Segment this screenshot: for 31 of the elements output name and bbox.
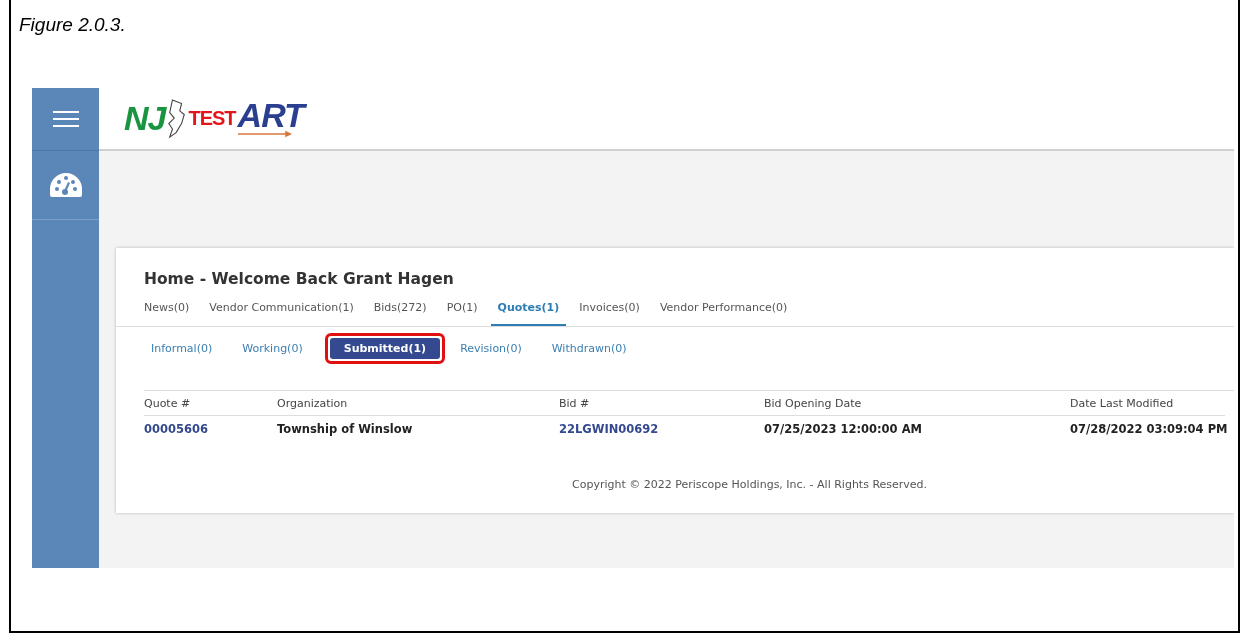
page-title: Home - Welcome Back Grant Hagen [144,269,455,290]
copyright-text: Copyright © 2022 Periscope Holdings, Inc. - All Rights Reserved. [572,478,929,491]
tab[interactable]: PO(1) [439,301,485,326]
arrow-icon [237,129,292,138]
menu-icon[interactable] [52,110,79,128]
tab[interactable]: Bids(272) [366,301,434,326]
sub-tab[interactable]: Revision(0) [457,335,525,362]
sub-tab[interactable]: Submitted(1) [329,338,441,359]
column-header: Bid # [559,397,764,416]
sub-tab[interactable]: Informal(0) [148,335,216,362]
table-link[interactable]: 22LGWIN00692 [559,416,764,442]
sub-tab[interactable]: Working(0) [239,335,306,362]
tab[interactable]: Vendor Performance(0) [652,301,795,326]
table-cell-text: Township of Winslow [277,421,414,438]
state-outline-icon [167,98,188,139]
logo-overlay-text: TEST [188,107,236,130]
table-cell-text: 07/28/2022 03:09:04 PM [1070,421,1225,438]
table-cell-text: 07/25/2023 12:00:00 AM [764,421,923,438]
column-header: Organization [277,397,559,416]
tab[interactable]: News(0) [137,301,197,326]
table-link[interactable]: 00005606 [144,416,277,442]
dashboard-icon[interactable] [48,172,83,198]
column-header: Quote # [144,397,277,416]
tab[interactable]: Invoices(0) [572,301,647,326]
logo-text: NJ [124,99,166,138]
sub-tab[interactable]: Withdrawn(0) [548,335,630,362]
figure-caption: Figure 2.0.3. [18,13,127,37]
tab[interactable]: Quotes(1) [490,301,567,326]
column-header: Bid Opening Date [764,397,1070,416]
column-header: Date Last Modified [1070,397,1225,416]
tab[interactable]: Vendor Communication(1) [202,301,361,326]
